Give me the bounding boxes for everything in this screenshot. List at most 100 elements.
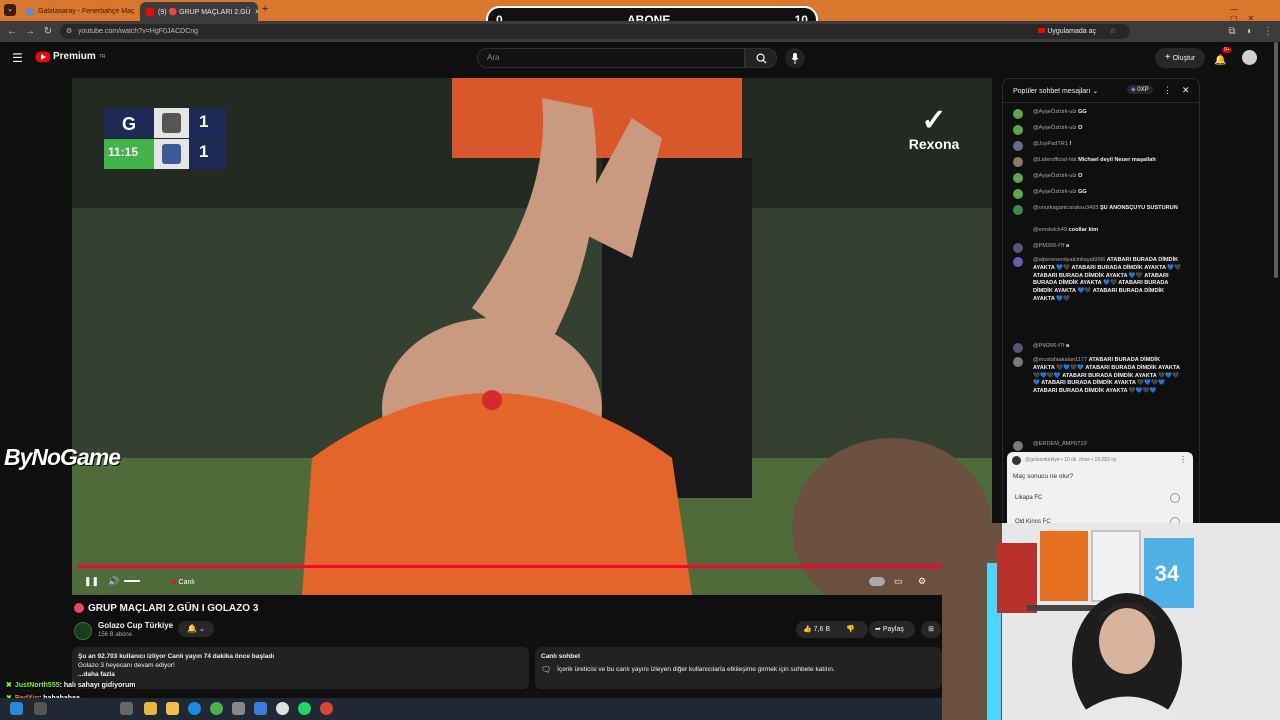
file-explorer-icon[interactable]: [144, 702, 157, 715]
poll-option[interactable]: Likapa FC: [1015, 495, 1042, 501]
chat-message[interactable]: @mustafaakalan1177 ATABARI BURADA DİMDİK…: [1013, 357, 1183, 396]
chat-message[interactable]: @PM266-f7f a: [1013, 243, 1183, 253]
page-scrollbar[interactable]: [1272, 42, 1280, 302]
store-icon[interactable]: [232, 702, 245, 715]
chat-avatar[interactable]: [1013, 243, 1023, 253]
site-info-icon[interactable]: ⚙: [66, 24, 72, 39]
profile-icon[interactable]: ◐: [1244, 25, 1256, 38]
poll-menu-icon[interactable]: ⋮: [1179, 455, 1187, 464]
chat-author[interactable]: @alperenerolyalcinkaya6096: [1033, 257, 1105, 263]
chat-author[interactable]: @PM266-f7f: [1033, 343, 1064, 349]
yandex-icon[interactable]: [276, 702, 289, 715]
chat-message[interactable]: @AyşeÖztürk-ulz GG: [1013, 109, 1183, 119]
notifications-button[interactable]: 🔔 9+: [1214, 47, 1232, 66]
volume-slider[interactable]: [124, 580, 140, 582]
chat-author[interactable]: @ERDEM_AMP0710: [1033, 441, 1087, 447]
chat-message[interactable]: @AyşeÖztürk-ulz O: [1013, 173, 1183, 183]
live-badge[interactable]: Canlı: [172, 576, 195, 586]
close-icon[interactable]: ✕: [255, 8, 258, 16]
windows-start-icon[interactable]: [10, 702, 23, 715]
poll-radio[interactable]: [1170, 493, 1180, 503]
chat-message[interactable]: @AyşeÖztürk-ulz GG: [1013, 189, 1183, 199]
chat-message[interactable]: @alperenerolyalcinkaya6096 ATABARI BURAD…: [1013, 257, 1183, 304]
chat-author[interactable]: @AyşeÖztürk-ulz: [1033, 189, 1077, 195]
url-input[interactable]: ⚙ youtube.com/watch?v=HgF0JACDCng Uygula…: [60, 24, 1130, 39]
chat-message[interactable]: @ERDEM_AMP0710: [1013, 441, 1183, 451]
chat-message[interactable]: @JoyPadTR1 !: [1013, 141, 1183, 151]
chat-avatar[interactable]: [1013, 205, 1023, 215]
open-in-app-button[interactable]: Uygulamada aç: [1038, 24, 1096, 39]
pause-icon[interactable]: ❚❚: [84, 576, 99, 587]
hamburger-menu-icon[interactable]: ☰: [12, 51, 23, 65]
chat-avatar[interactable]: [1013, 441, 1023, 451]
chat-avatar[interactable]: [1013, 227, 1023, 237]
bookmark-star-icon[interactable]: ☆: [1110, 24, 1116, 39]
reload-icon[interactable]: ↻: [42, 25, 54, 38]
poll-card[interactable]: @golazotürkiye • 10 dk. önce • 19.283 oy…: [1007, 452, 1193, 527]
chat-avatar[interactable]: [1013, 343, 1023, 353]
voice-search-button[interactable]: [785, 48, 805, 68]
chat-author[interactable]: @emskdck49: [1033, 227, 1067, 233]
settings-gear-icon[interactable]: ⚙: [918, 576, 926, 587]
avatar[interactable]: [1242, 50, 1257, 65]
search-icon[interactable]: [34, 702, 47, 715]
save-button[interactable]: ⊞: [921, 621, 941, 638]
description-box[interactable]: Şu an 92.703 kullanıcı izliyor Canlı yay…: [72, 647, 529, 689]
channel-avatar[interactable]: [74, 622, 92, 640]
chat-avatar[interactable]: [1013, 173, 1023, 183]
search-button[interactable]: [745, 48, 777, 68]
whatsapp-icon[interactable]: [298, 702, 311, 715]
close-icon[interactable]: ✕: [1182, 85, 1190, 96]
chat-avatar[interactable]: [1013, 157, 1023, 167]
chrome-profile-icon[interactable]: [320, 702, 333, 715]
channel-name[interactable]: Golazo Cup Türkiye: [98, 621, 173, 630]
edge-icon[interactable]: [188, 702, 201, 715]
chat-author[interactable]: @PM266-f7f: [1033, 243, 1064, 249]
new-tab-button[interactable]: +: [262, 3, 268, 15]
chat-avatar[interactable]: [1013, 189, 1023, 199]
show-more-link[interactable]: ...daha fazla: [78, 670, 523, 679]
chat-author[interactable]: @AyşeÖztürk-ulz: [1033, 173, 1077, 179]
volume-icon[interactable]: 🔊: [108, 576, 119, 587]
chat-author[interactable]: @Liderofficial-hät: [1033, 157, 1077, 163]
chat-avatar[interactable]: [1013, 257, 1023, 267]
chat-avatar[interactable]: [1013, 141, 1023, 151]
tab-youtube[interactable]: (9) 🔴 GRUP MAÇLARI 2.GÜ ✕: [140, 2, 258, 21]
youtube-logo[interactable]: Premium TR: [36, 51, 105, 62]
tab-galatasaray[interactable]: Galatasaray - Fenerbahçe Maç ✕: [20, 2, 140, 21]
chat-author[interactable]: @AyşeÖztürk-ulz: [1033, 125, 1077, 131]
chat-author[interactable]: @onurkaganlcaraksu3493: [1033, 205, 1098, 211]
chat-avatar[interactable]: [1013, 125, 1023, 135]
thumbs-down-icon[interactable]: 👎: [846, 626, 855, 633]
chat-message[interactable]: @emskdck49 coollar kim: [1013, 227, 1183, 237]
video-player[interactable]: G 1 1 11:15 ✓ Rexona ❚❚ 🔊 Canlı ▭ ⚙: [72, 78, 992, 595]
chrome-icon[interactable]: [210, 702, 223, 715]
mail-icon[interactable]: [254, 702, 267, 715]
chat-author[interactable]: @AyşeÖztürk-ulz: [1033, 109, 1077, 115]
forward-icon[interactable]: →: [24, 25, 36, 38]
chat-message[interactable]: @PM266-f7f a: [1013, 343, 1183, 353]
chat-author[interactable]: @JoyPadTR1: [1033, 141, 1068, 147]
progress-bar[interactable]: [78, 565, 986, 568]
menu-icon[interactable]: ⋮: [1262, 25, 1274, 38]
subtitles-icon[interactable]: ▭: [894, 576, 903, 587]
chat-author[interactable]: @mustafaakalan1177: [1033, 357, 1087, 363]
chat-message[interactable]: @Liderofficial-hät Michael deyil Neuer m…: [1013, 157, 1183, 167]
chat-avatar[interactable]: [1013, 357, 1023, 367]
extensions-icon[interactable]: ⧉: [1226, 25, 1238, 38]
tab-search-button[interactable]: ⌄: [4, 4, 16, 16]
like-button[interactable]: 👍 7,6 B 👎: [796, 621, 868, 638]
share-button[interactable]: ➦ Paylaş: [869, 621, 915, 638]
live-chat-prompt[interactable]: Canlı sohbet 🗨 İçerik üreticisi ve bu ca…: [535, 647, 942, 689]
xp-badge[interactable]: ◆ 0XP: [1127, 85, 1153, 94]
autoplay-toggle[interactable]: [869, 577, 885, 586]
search-input[interactable]: Ara: [477, 48, 745, 68]
chat-avatar[interactable]: [1013, 109, 1023, 119]
create-button[interactable]: + Oluştur: [1155, 48, 1205, 68]
chat-mode-dropdown[interactable]: Popüler sohbet mesajları ⌄: [1013, 87, 1098, 95]
chat-message[interactable]: @onurkaganlcaraksu3493 ŞU ANONSÇUYU SUST…: [1013, 205, 1183, 215]
folder-icon[interactable]: [166, 702, 179, 715]
chat-menu-icon[interactable]: ⋮: [1163, 85, 1172, 96]
chat-message[interactable]: @AyşeÖztürk-ulz O: [1013, 125, 1183, 135]
back-icon[interactable]: ←: [6, 25, 18, 38]
